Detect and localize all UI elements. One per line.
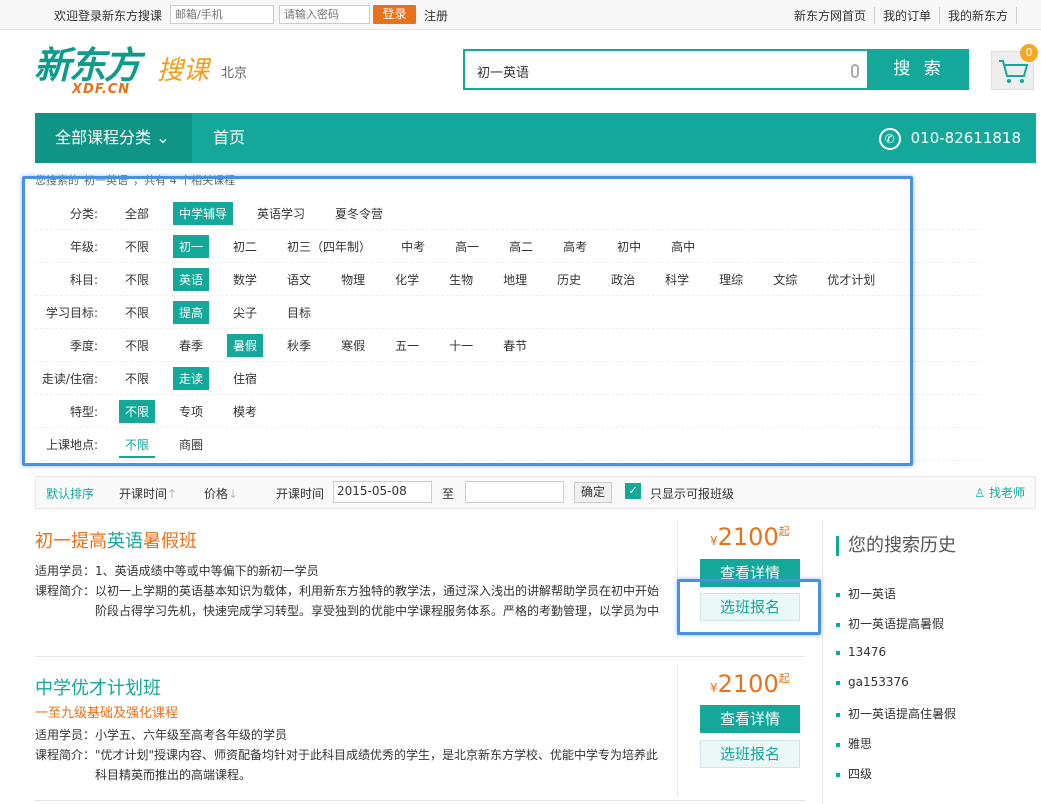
enroll-button[interactable]: 选班报名 xyxy=(700,740,800,768)
course-target: 小学五、六年级至高考各年级的学员 xyxy=(95,728,288,742)
course-target: 1、英语成绩中等或中等偏下的新初一学员 xyxy=(95,564,319,578)
register-link[interactable]: 注册 xyxy=(424,7,448,24)
divider xyxy=(35,800,805,801)
phone-icon: ✆ xyxy=(878,127,901,150)
highlight-box-enroll xyxy=(677,579,821,635)
xdf-logo[interactable]: 新东方 XDF.CN xyxy=(34,46,156,98)
password-field[interactable] xyxy=(279,5,370,24)
date-to-input[interactable] xyxy=(465,481,564,503)
email-field[interactable] xyxy=(170,5,274,24)
my-xdf-link[interactable]: 我的新东方 xyxy=(940,7,1017,24)
divider xyxy=(35,656,805,657)
logo-sub: 搜课 xyxy=(157,56,210,86)
only-available-checkbox[interactable]: ✓ xyxy=(625,483,641,499)
welcome-text: 欢迎登录新东方搜课 xyxy=(54,9,163,23)
history-item[interactable]: 初一英语提高暑假 xyxy=(836,615,956,645)
course-price: ¥2100起 xyxy=(710,670,790,698)
search-history-title: 您的搜索历史 xyxy=(836,536,956,556)
history-item[interactable]: 初一英语 xyxy=(836,585,956,615)
course-subtitle: 一至九级基础及强化课程 xyxy=(35,706,179,721)
arrow-down-icon: ↓ xyxy=(228,487,239,501)
search-button[interactable]: 搜 索 xyxy=(869,49,969,90)
arrow-up-icon: ↑ xyxy=(167,487,178,501)
history-item[interactable]: 13476 xyxy=(836,645,956,675)
keyword-highlight: 英语 xyxy=(107,531,143,552)
top-links: 新东方网首页 我的订单 我的新东方 xyxy=(786,7,1017,24)
phone-number: ✆ 010-82611818 xyxy=(878,113,1021,163)
top-bar: 欢迎登录新东方搜课 登录 注册 新东方网首页 我的订单 我的新东方 xyxy=(0,0,1041,30)
date-from-input[interactable]: 2015-05-08 xyxy=(333,481,432,503)
sort-bar: 默认排序 开课时间↑ 价格↓ 开课时间 2015-05-08 至 确定 ✓ 只显… xyxy=(35,476,1036,509)
only-available-label: 只显示可报班级 xyxy=(650,487,735,501)
chevron-down-icon: ⌄ xyxy=(156,128,170,147)
to-label: 至 xyxy=(442,487,455,501)
history-item[interactable]: 雅思 xyxy=(836,735,956,765)
user-icon: ♙ xyxy=(974,486,986,500)
confirm-button[interactable]: 确定 xyxy=(574,482,612,503)
course-intro: 以初一上学期的英语基本知识为载体，利用新东方独特的教学法，通过深入浅出的讲解帮助… xyxy=(95,584,660,618)
my-orders-link[interactable]: 我的订单 xyxy=(875,7,940,24)
nav-home[interactable]: 首页 xyxy=(213,113,245,163)
search-value: 初一英语 xyxy=(477,66,530,81)
course-intro: "优才计划"授课内容、师资配备均针对于此科目成绩优秀的学生，是北京新东方学校、优… xyxy=(95,748,659,782)
sort-default[interactable]: 默认排序 xyxy=(46,485,94,502)
start-date-label: 开课时间 xyxy=(276,487,325,501)
main-nav: 全部课程分类 ⌄ 首页 ✆ 010-82611818 xyxy=(35,113,1036,163)
sort-price[interactable]: 价格↓ xyxy=(204,485,238,502)
search-history-panel: 您的搜索历史 初一英语 初一英语提高暑假 13476 ga153376 初一英语提高住暑… xyxy=(822,521,1041,804)
login-button[interactable]: 登录 xyxy=(373,5,416,24)
city-selector[interactable]: 北京 xyxy=(221,62,247,81)
history-item[interactable]: 四级 xyxy=(836,765,956,795)
course-title[interactable]: 中学优才计划班 xyxy=(35,674,805,700)
search-input[interactable]: 初一英语 xyxy=(463,49,869,90)
view-details-button[interactable]: 查看详情 xyxy=(700,705,800,733)
history-item[interactable]: ga153376 xyxy=(836,675,956,705)
search-history-list: 初一英语 初一英语提高暑假 13476 ga153376 初一英语提高住暑假 雅思 四级 xyxy=(836,585,956,795)
course-price: ¥2100起 xyxy=(710,523,790,551)
history-item[interactable]: 初一英语提高住暑假 xyxy=(836,705,956,735)
microphone-icon[interactable] xyxy=(851,64,859,78)
xdf-home-link[interactable]: 新东方网首页 xyxy=(786,7,875,24)
sort-start-time[interactable]: 开课时间↑ xyxy=(119,485,177,502)
highlight-box-filters xyxy=(22,176,913,466)
cart-count-badge: 0 xyxy=(1020,44,1038,62)
all-categories-menu[interactable]: 全部课程分类 ⌄ xyxy=(35,113,192,163)
find-teacher-link[interactable]: ♙ 找老师 xyxy=(974,484,1025,501)
divider xyxy=(677,665,678,795)
course-item: 中学优才计划班 一至九级基础及强化课程 适用学员：小学五、六年级至高考各年级的学… xyxy=(35,674,805,785)
course-title[interactable]: 初一提高英语暑假班 xyxy=(35,527,805,553)
